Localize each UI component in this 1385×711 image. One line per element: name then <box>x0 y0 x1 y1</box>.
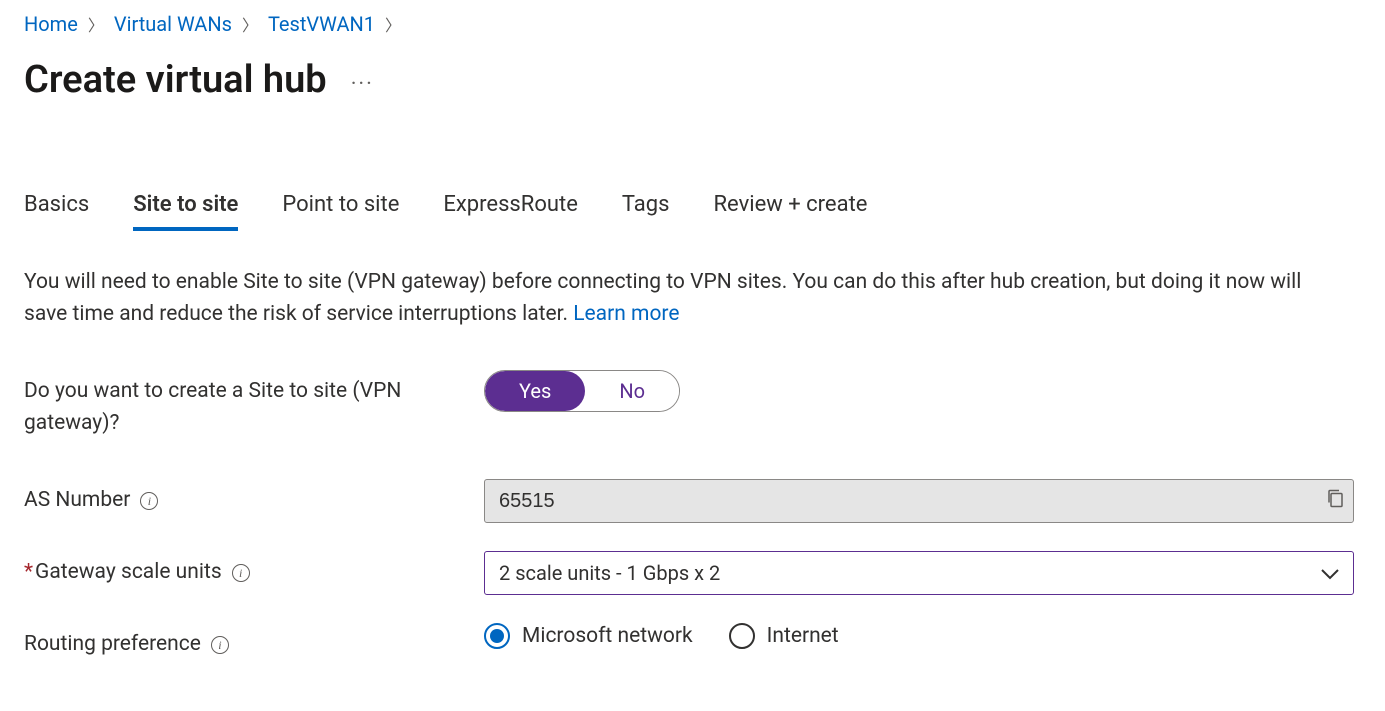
tab-expressroute[interactable]: ExpressRoute <box>443 192 578 231</box>
row-routing-preference: Routing preference i Microsoft network I… <box>24 623 1361 661</box>
more-actions-button[interactable]: ··· <box>351 72 374 97</box>
toggle-option-no[interactable]: No <box>585 371 679 411</box>
label-routing-preference: Routing preference <box>24 629 201 661</box>
chevron-right-icon: 〉 <box>385 12 401 36</box>
page-title: Create virtual hub <box>24 58 327 102</box>
tab-review-create[interactable]: Review + create <box>713 192 867 231</box>
chevron-right-icon: 〉 <box>88 12 104 36</box>
breadcrumb-item-virtual-wans[interactable]: Virtual WANs <box>114 12 232 36</box>
breadcrumb-item-testvwan1[interactable]: TestVWAN1 <box>268 12 375 36</box>
radio-microsoft-network[interactable]: Microsoft network <box>484 623 693 649</box>
tabs: Basics Site to site Point to site Expres… <box>24 192 1361 231</box>
chevron-right-icon: 〉 <box>242 12 258 36</box>
learn-more-link[interactable]: Learn more <box>573 302 679 326</box>
title-row: Create virtual hub ··· <box>24 48 1361 102</box>
toggle-option-yes[interactable]: Yes <box>485 371 585 411</box>
row-create-gateway: Do you want to create a Site to site (VP… <box>24 370 1361 439</box>
info-icon[interactable]: i <box>232 564 250 582</box>
tab-site-to-site[interactable]: Site to site <box>133 192 238 231</box>
toggle-create-gateway[interactable]: Yes No <box>484 370 680 412</box>
radio-internet[interactable]: Internet <box>729 623 839 649</box>
required-indicator: * <box>24 560 33 584</box>
as-number-input <box>484 479 1354 523</box>
label-scale-units: *Gateway scale units <box>24 557 222 589</box>
breadcrumb: Home 〉 Virtual WANs 〉 TestVWAN1 〉 <box>24 0 1361 40</box>
label-create-gateway: Do you want to create a Site to site (VP… <box>24 376 444 439</box>
label-as-number: AS Number <box>24 485 130 517</box>
radio-label-ms: Microsoft network <box>522 624 693 648</box>
info-icon[interactable]: i <box>140 492 158 510</box>
row-as-number: AS Number i <box>24 479 1361 523</box>
info-icon[interactable]: i <box>211 636 229 654</box>
row-scale-units: *Gateway scale units i 2 scale units - 1… <box>24 551 1361 595</box>
scale-units-value: 2 scale units - 1 Gbps x 2 <box>484 551 1354 595</box>
radio-label-internet: Internet <box>767 624 839 648</box>
copy-icon[interactable] <box>1326 489 1344 514</box>
tab-tags[interactable]: Tags <box>622 192 670 231</box>
breadcrumb-item-home[interactable]: Home <box>24 12 78 36</box>
tab-point-to-site[interactable]: Point to site <box>282 192 399 231</box>
intro-text: You will need to enable Site to site (VP… <box>24 267 1344 330</box>
scale-units-select[interactable]: 2 scale units - 1 Gbps x 2 <box>484 551 1354 595</box>
routing-preference-group: Microsoft network Internet <box>484 623 1361 649</box>
tab-basics[interactable]: Basics <box>24 192 89 231</box>
